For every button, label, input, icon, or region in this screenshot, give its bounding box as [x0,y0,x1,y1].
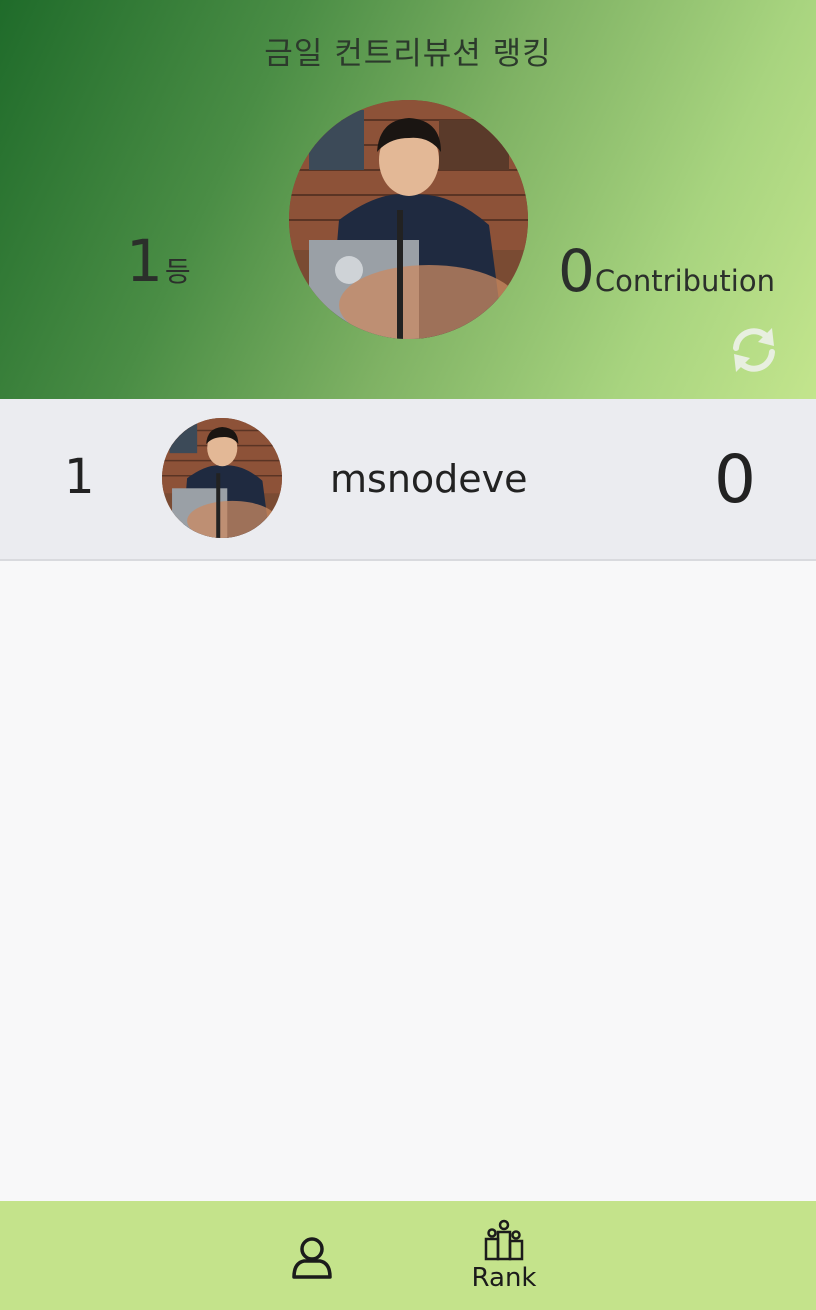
list-item[interactable]: 1 msnodeve 0 [0,399,816,561]
my-rank-value: 1 [126,227,163,295]
header: 금일 컨트리뷰션 랭킹 1등 0Contribution [0,0,816,399]
user-icon [292,1237,332,1279]
podium-icon [484,1219,524,1261]
user-photo [162,418,282,538]
avatar [162,418,282,538]
my-rank: 1등 [126,226,191,296]
bottom-nav: Rank [0,1201,816,1310]
my-contribution: 0Contribution [558,236,775,306]
my-rank-unit: 등 [164,255,191,288]
nav-rank-label: Rank [471,1263,537,1293]
refresh-button[interactable] [726,322,782,378]
row-score: 0 [714,441,756,518]
app-root: 금일 컨트리뷰션 랭킹 1등 0Contribution 1 msnodeve … [0,0,816,1310]
profile-avatar [289,100,528,339]
profile-photo [289,100,528,339]
page-title: 금일 컨트리뷰션 랭킹 [264,36,552,72]
row-rank: 1 [64,449,95,505]
nav-rank-tab[interactable]: Rank [454,1201,554,1310]
row-username: msnodeve [330,457,528,501]
contribution-unit: Contribution [594,264,775,298]
refresh-icon [733,328,775,372]
ranking-list: 1 msnodeve 0 [0,399,816,561]
nav-profile-tab[interactable] [262,1201,362,1310]
contribution-value: 0 [558,237,595,305]
